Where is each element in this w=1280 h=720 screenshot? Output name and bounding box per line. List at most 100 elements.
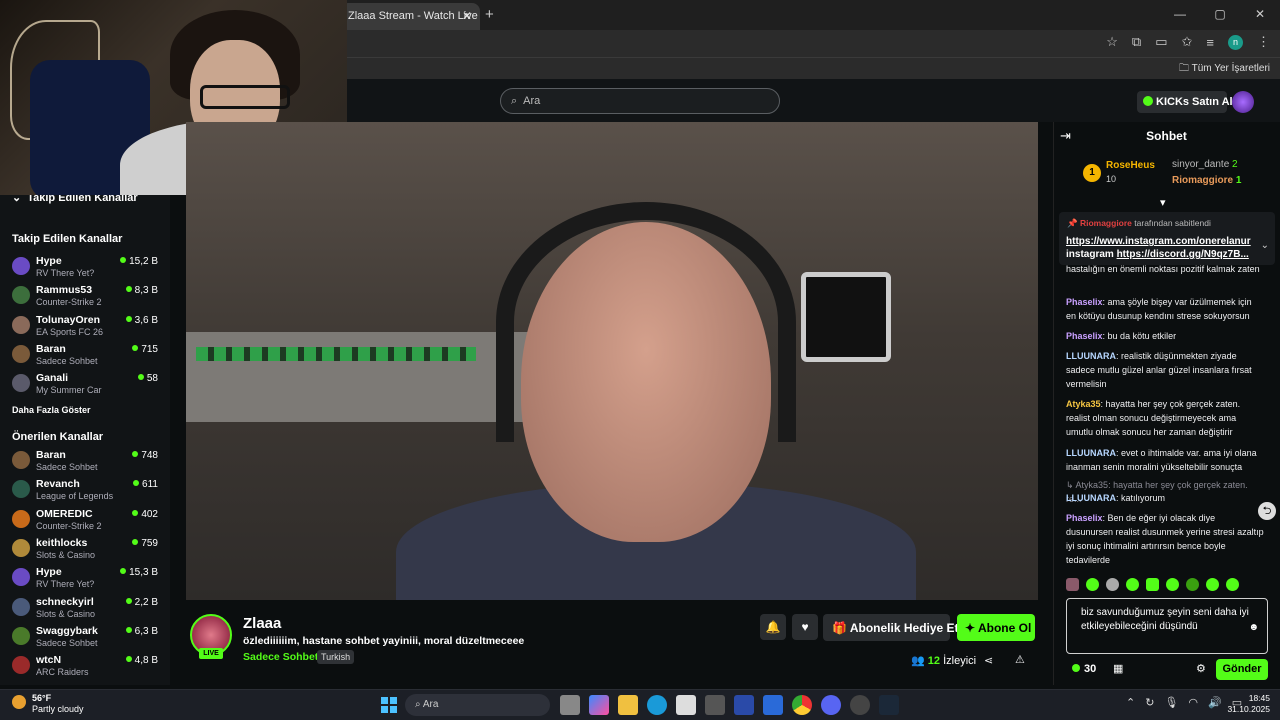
sidebar-channel-tolunayoren[interactable]: TolunayOren EA Sports FC 26 3,6 B <box>0 312 170 341</box>
gifter-2[interactable]: sinyor_dante 2 <box>1172 159 1238 170</box>
chat-message-input[interactable]: biz savunduğumuz şeyin seni daha iyi etk… <box>1066 598 1268 654</box>
emote-icon[interactable] <box>1066 578 1079 591</box>
favorites-icon[interactable]: ✩ <box>1182 34 1193 50</box>
pinned-link-instagram[interactable]: https://www.instagram.com/onerelanur <box>1066 236 1251 247</box>
discord-icon[interactable] <box>821 695 841 715</box>
notification-bell-button[interactable]: 🔔 <box>760 614 786 640</box>
chat-username[interactable]: Phaselix <box>1066 297 1103 307</box>
vscode-icon[interactable] <box>734 695 754 715</box>
task-view-icon[interactable] <box>560 695 580 715</box>
channel-category: RV There Yet? <box>36 579 95 590</box>
report-icon[interactable]: ⚠ <box>1015 653 1025 666</box>
pinned-link-discord[interactable]: https://discord.gg/N9qz7B... <box>1117 249 1249 260</box>
chat-username[interactable]: Phaselix <box>1066 513 1103 523</box>
share-icon[interactable]: ⋖ <box>984 654 993 667</box>
emote-icon[interactable] <box>1146 578 1159 591</box>
sync-icon[interactable]: ↻ <box>1145 696 1154 709</box>
bookmark-star-icon[interactable]: ☆ <box>1106 34 1118 50</box>
minimize-button[interactable]: — <box>1160 0 1200 30</box>
wifi-icon[interactable]: ◠ <box>1188 696 1198 709</box>
sidebar-channel-ganali[interactable]: Ganali My Summer Car 58 <box>0 370 170 399</box>
windows-start-icon[interactable] <box>381 697 397 713</box>
sidebar-channel-schneckyirl[interactable]: schneckyirl Slots & Casino 2,2 B <box>0 594 170 623</box>
weather-widget[interactable]: 56°F Partly cloudy <box>12 693 84 715</box>
filter-icon[interactable]: ▾ <box>1160 196 1166 209</box>
clock[interactable]: 18:45 31.10.2025 <box>1227 693 1270 715</box>
streamer-name[interactable]: Zlaaa <box>243 615 281 632</box>
channel-name: TolunayOren <box>36 313 100 326</box>
users-icon: 👥 <box>911 655 928 667</box>
edge-icon[interactable] <box>647 695 667 715</box>
scroll-to-bottom-icon[interactable]: ⮌ <box>1258 502 1276 520</box>
sidebar-channel-omeredic[interactable]: OMEREDIC Counter-Strike 2 402 <box>0 506 170 535</box>
sidebar-channel-hype[interactable]: Hype RV There Yet? 15,2 B <box>0 253 170 282</box>
app-icon[interactable] <box>705 695 725 715</box>
chrome-icon[interactable] <box>792 695 812 715</box>
volume-icon[interactable]: 🔊 <box>1208 696 1222 709</box>
emote-icon[interactable] <box>1206 578 1219 591</box>
extensions-icon[interactable]: ⧉ <box>1132 34 1141 50</box>
channel-points[interactable]: 30 <box>1072 663 1096 675</box>
store-icon[interactable] <box>676 695 696 715</box>
expand-pin-icon[interactable]: ⌄ <box>1261 240 1269 251</box>
chevron-up-icon[interactable]: ⌃ <box>1126 696 1135 709</box>
language-tag[interactable]: Turkish <box>317 650 355 664</box>
sidebar-channel-baran[interactable]: Baran Sadece Sohbet 748 <box>0 447 170 476</box>
sidebar-channel-swaggybark[interactable]: Swaggybark Sadece Sohbet 6,3 B <box>0 623 170 652</box>
cast-icon[interactable]: ▭ <box>1155 34 1167 50</box>
sidebar-channel-hype[interactable]: Hype RV There Yet? 15,3 B <box>0 564 170 593</box>
close-tab-icon[interactable]: ✕ <box>462 9 472 23</box>
sidebar-channel-rammus53[interactable]: Rammus53 Counter-Strike 2 8,3 B <box>0 282 170 311</box>
tab-title: Zlaaa Stream - Watch Live o <box>348 10 480 22</box>
mail-icon[interactable] <box>763 695 783 715</box>
show-more-link[interactable]: Daha Fazla Göster <box>0 405 103 415</box>
emoji-picker-icon[interactable]: ☻ <box>1248 621 1259 635</box>
reading-list-icon[interactable]: ≡ <box>1206 35 1214 50</box>
follow-heart-button[interactable]: ♥ <box>792 614 818 640</box>
close-window-button[interactable]: ✕ <box>1240 0 1280 30</box>
chat-username[interactable]: Phaselix <box>1066 331 1103 341</box>
subscribe-button[interactable]: ✦ Abone Ol <box>957 614 1035 641</box>
chat-settings-icon[interactable]: ⚙ <box>1196 662 1206 675</box>
buy-kicks-button[interactable]: KICKs Satın Al <box>1137 91 1233 113</box>
steam-icon[interactable] <box>879 695 899 715</box>
profile-avatar[interactable]: n <box>1228 34 1243 50</box>
gift-sub-button[interactable]: 🎁 Abonelik Hediye Et <box>823 614 959 641</box>
sidebar-channel-wtcn[interactable]: wtcN ARC Raiders 4,8 B <box>0 652 170 681</box>
taskbar-search[interactable]: ⌕ Ara <box>405 694 550 716</box>
sidebar-channel-baran[interactable]: Baran Sadece Sohbet 715 <box>0 341 170 370</box>
sun-icon <box>12 695 26 709</box>
sidebar-channel-revanch[interactable]: Revanch League of Legends 611 <box>0 476 170 505</box>
gifter-3[interactable]: Riomaggiore 1 <box>1172 175 1241 186</box>
menu-icon[interactable]: ⋮ <box>1257 34 1270 50</box>
emote-icon[interactable] <box>1106 578 1119 591</box>
maximize-button[interactable]: ▢ <box>1200 0 1240 30</box>
chat-username[interactable]: LLUUNARA <box>1066 493 1116 503</box>
chat-username[interactable]: LLUUNARA <box>1066 448 1116 458</box>
send-button[interactable]: Gönder <box>1216 659 1268 680</box>
mic-icon[interactable]: 🎙 <box>1164 696 1178 709</box>
browser-tab[interactable]: Zlaaa Stream - Watch Live o ✕ <box>340 3 480 30</box>
emote-icon[interactable] <box>1126 578 1139 591</box>
top-gifter-name[interactable]: RoseHeus <box>1106 160 1155 171</box>
emote-icon[interactable] <box>1186 578 1199 591</box>
video-player[interactable] <box>186 122 1038 600</box>
new-tab-button[interactable]: + <box>485 6 494 23</box>
all-bookmarks-link[interactable]: 🗀 Tüm Yer İşaretleri <box>1179 61 1270 78</box>
chat-username[interactable]: LLUUNARA <box>1066 351 1116 361</box>
chat-username[interactable]: Atyka35 <box>1066 399 1101 409</box>
file-explorer-icon[interactable] <box>618 695 638 715</box>
copilot-icon[interactable] <box>589 695 609 715</box>
emote-icon[interactable] <box>1226 578 1239 591</box>
obs-icon[interactable] <box>850 695 870 715</box>
gift-box-icon[interactable]: ▦ <box>1113 662 1123 675</box>
emote-icon[interactable] <box>1166 578 1179 591</box>
bell-icon: 🔔 <box>765 620 781 634</box>
sidebar-channel-keithlocks[interactable]: keithlocks Slots & Casino 759 <box>0 535 170 564</box>
user-avatar[interactable] <box>1232 91 1254 113</box>
emote-icon[interactable] <box>1086 578 1099 591</box>
search-input[interactable]: ⌕ Ara <box>500 88 780 114</box>
stream-category[interactable]: Sadece Sohbet <box>243 651 318 663</box>
channel-name: OMEREDIC <box>36 507 93 520</box>
channel-name: Hype <box>36 566 62 579</box>
